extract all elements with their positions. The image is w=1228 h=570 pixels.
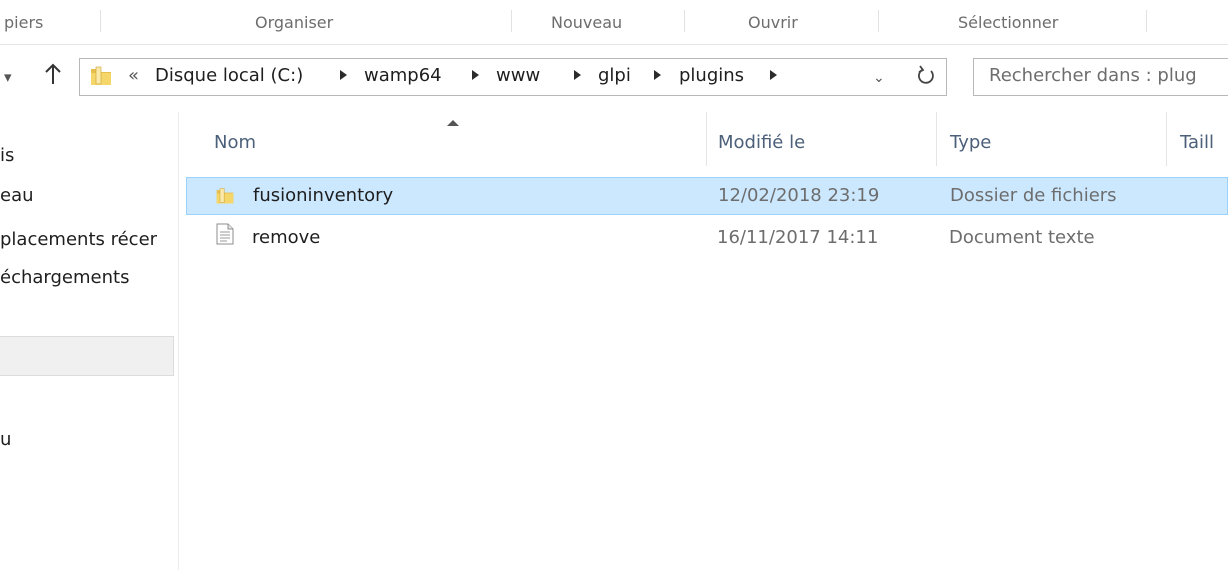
sort-ascending-icon bbox=[447, 120, 459, 126]
chevron-right-icon[interactable] bbox=[654, 70, 661, 80]
chevron-right-icon[interactable] bbox=[472, 70, 479, 80]
breadcrumb-item-www[interactable]: www bbox=[496, 65, 540, 86]
column-separator[interactable] bbox=[1166, 112, 1167, 166]
ribbon-separator bbox=[878, 10, 879, 32]
ribbon-separator bbox=[1146, 10, 1147, 32]
ribbon: piers Organiser Nouveau Ouvrir Sélection… bbox=[0, 0, 1228, 44]
file-name[interactable]: remove bbox=[252, 227, 320, 248]
folder-icon bbox=[89, 64, 113, 93]
column-header-name[interactable]: Nom bbox=[214, 132, 256, 153]
nav-item-this-pc[interactable] bbox=[0, 336, 174, 376]
text-file-icon bbox=[216, 223, 234, 250]
ribbon-group-clipboard[interactable]: piers bbox=[4, 13, 43, 32]
file-type: Dossier de fichiers bbox=[950, 185, 1117, 206]
nav-item-recent-places[interactable]: placements récer bbox=[0, 229, 157, 250]
file-modified: 16/11/2017 14:11 bbox=[717, 227, 879, 248]
breadcrumb-item-wamp64[interactable]: wamp64 bbox=[364, 65, 442, 86]
nav-item-downloads[interactable]: échargements bbox=[0, 267, 129, 288]
ribbon-group-organise[interactable]: Organiser bbox=[255, 13, 333, 32]
refresh-icon[interactable] bbox=[916, 64, 936, 91]
chevron-right-icon[interactable] bbox=[574, 70, 581, 80]
ribbon-group-new[interactable]: Nouveau bbox=[551, 13, 622, 32]
search-input[interactable]: Rechercher dans : plug bbox=[989, 65, 1197, 86]
chevron-down-icon[interactable]: ⌄ bbox=[873, 70, 885, 86]
ribbon-separator bbox=[511, 10, 512, 32]
ribbon-group-open[interactable]: Ouvrir bbox=[748, 13, 798, 32]
folder-icon bbox=[215, 186, 235, 211]
nav-item-network[interactable]: u bbox=[0, 429, 11, 450]
recent-locations-icon[interactable]: ▾ bbox=[4, 68, 12, 86]
file-type: Document texte bbox=[949, 227, 1095, 248]
breadcrumb-overflow[interactable]: « bbox=[128, 65, 139, 86]
chevron-right-icon[interactable] bbox=[340, 70, 347, 80]
column-separator[interactable] bbox=[936, 112, 937, 166]
breadcrumb-item-disk[interactable]: Disque local (C:) bbox=[155, 65, 303, 86]
nav-item-favorites[interactable]: is bbox=[0, 145, 14, 166]
file-modified: 12/02/2018 23:19 bbox=[718, 185, 880, 206]
breadcrumb-item-glpi[interactable]: glpi bbox=[598, 65, 631, 86]
ribbon-divider bbox=[0, 44, 1228, 45]
pane-divider[interactable] bbox=[178, 112, 179, 570]
nav-item-desktop[interactable]: eau bbox=[0, 185, 34, 206]
column-header-modified[interactable]: Modifié le bbox=[718, 132, 805, 153]
column-header-size[interactable]: Taill bbox=[1180, 132, 1214, 153]
up-arrow-icon[interactable] bbox=[44, 63, 62, 90]
file-row[interactable]: fusioninventory 12/02/2018 23:19 Dossier… bbox=[186, 177, 1228, 215]
file-name[interactable]: fusioninventory bbox=[253, 185, 393, 206]
ribbon-separator bbox=[100, 10, 101, 32]
ribbon-group-select[interactable]: Sélectionner bbox=[958, 13, 1058, 32]
ribbon-separator bbox=[684, 10, 685, 32]
chevron-right-icon[interactable] bbox=[770, 70, 777, 80]
breadcrumb-item-plugins[interactable]: plugins bbox=[679, 65, 744, 86]
column-separator[interactable] bbox=[706, 112, 707, 166]
column-header-type[interactable]: Type bbox=[950, 132, 991, 153]
file-row[interactable]: remove 16/11/2017 14:11 Document texte bbox=[186, 220, 1228, 258]
